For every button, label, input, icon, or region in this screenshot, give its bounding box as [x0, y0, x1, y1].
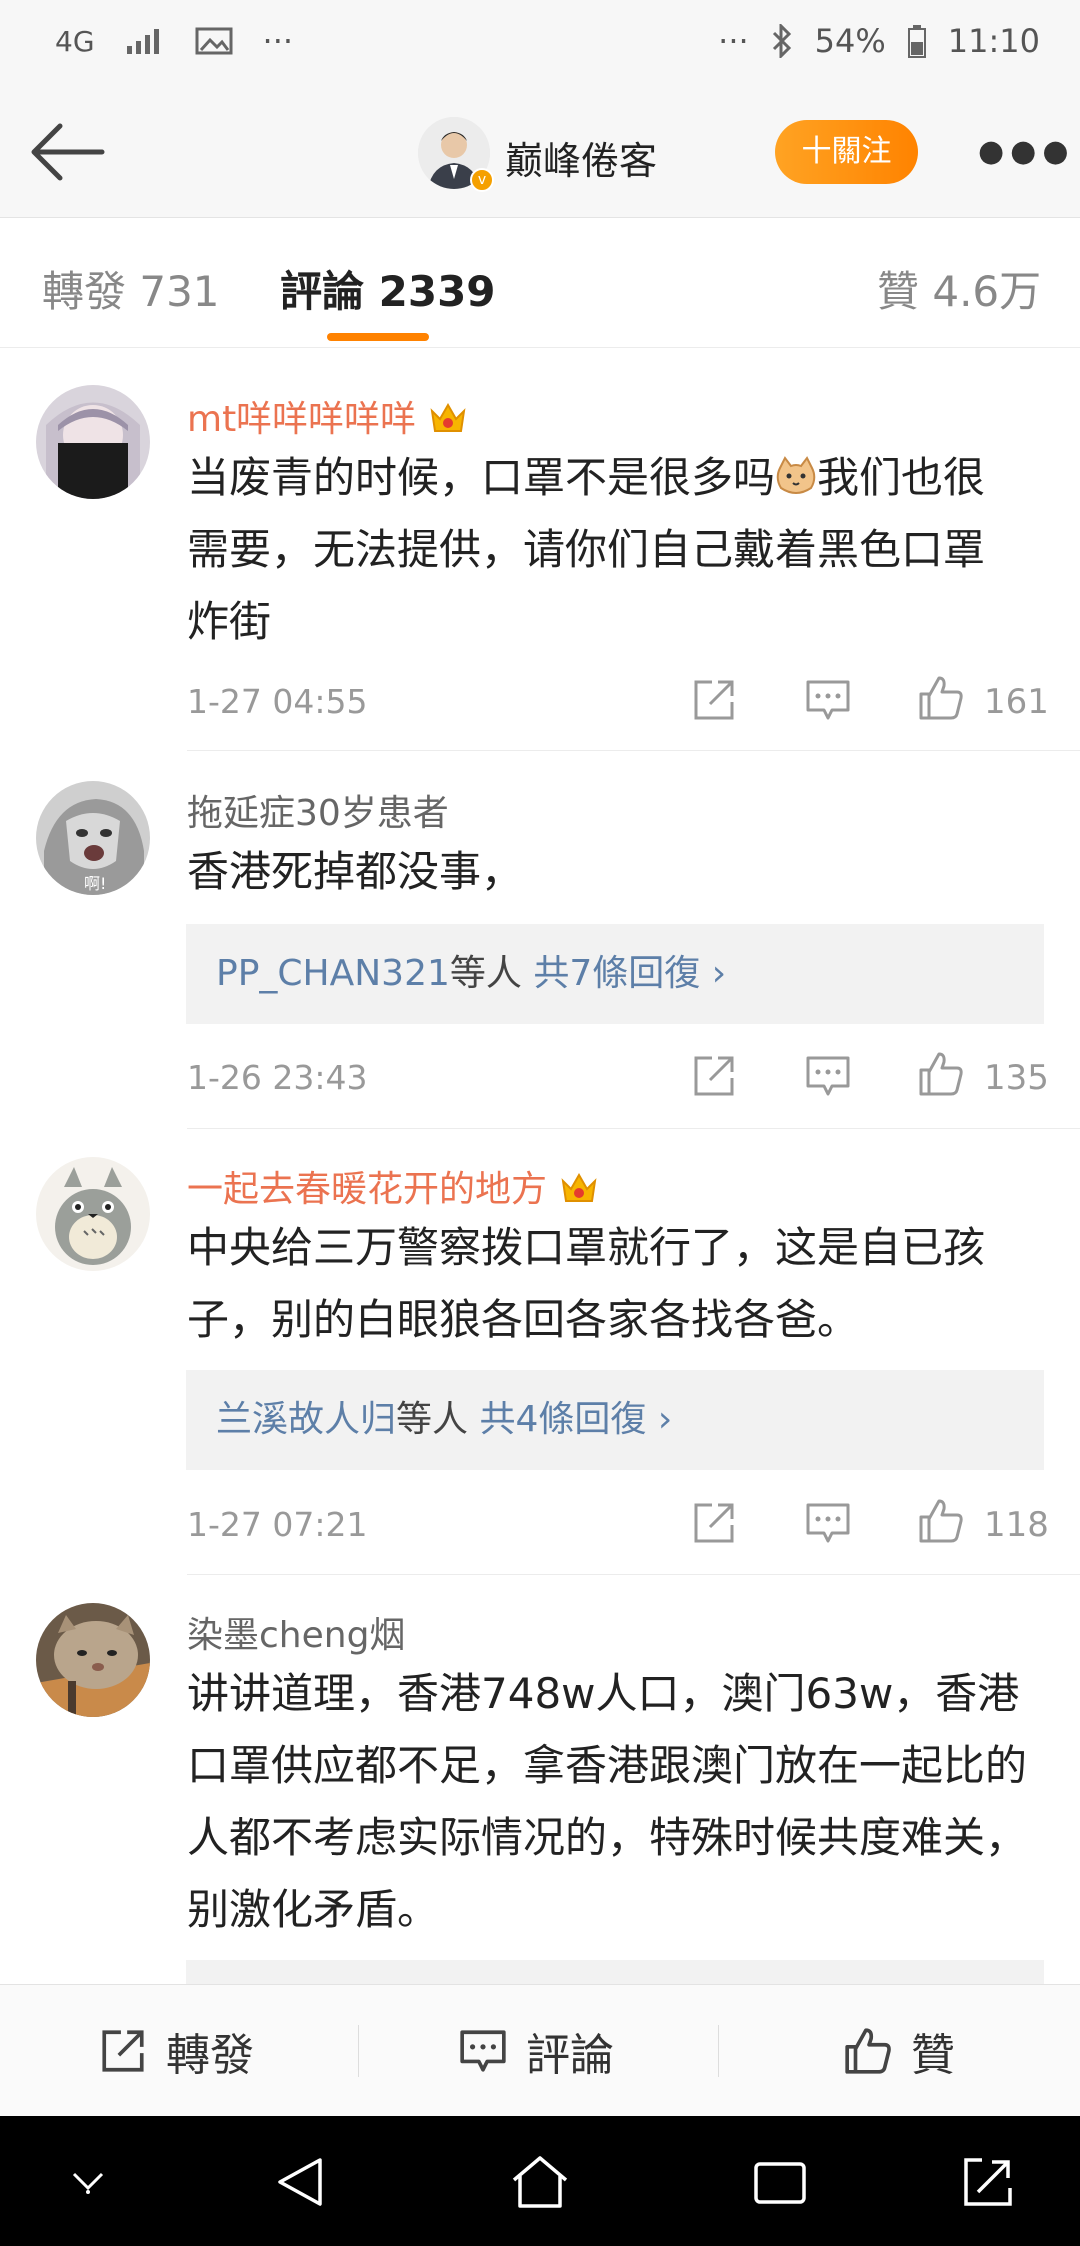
active-tab-indicator	[327, 333, 429, 341]
like-icon	[845, 2028, 891, 2074]
replies-summary[interactable]: PP_CHAN321等人 共7條回復 ›	[186, 924, 1044, 1024]
divider	[187, 750, 1080, 751]
tab-repost[interactable]: 轉發 731	[42, 258, 220, 319]
crown-icon	[430, 402, 466, 432]
commenter-name[interactable]: 染墨cheng烟	[187, 1606, 405, 1658]
more-status-icon: ···	[262, 22, 294, 60]
comment-icon[interactable]	[804, 1499, 852, 1547]
comment-time: 1-26 23:43	[187, 1058, 368, 1097]
replies-summary-partial	[186, 1960, 1044, 1984]
expand-icon[interactable]	[960, 2154, 1016, 2210]
system-nav-bar	[0, 2116, 1080, 2246]
nav-back-icon[interactable]	[272, 2154, 328, 2210]
like-button[interactable]: 贊	[843, 1985, 955, 2117]
author-name[interactable]: 巅峰倦客	[505, 130, 657, 185]
like-count: 161	[984, 682, 1049, 722]
battery-percent: 54%	[814, 22, 886, 60]
commenter-name[interactable]: mt咩咩咩咩咩	[187, 390, 468, 442]
network-label: 4G	[55, 24, 95, 58]
bluetooth-icon	[772, 24, 791, 58]
tabs-bar: 轉發 731 評論 2339 贊 4.6万	[0, 218, 1080, 348]
commenter-avatar[interactable]	[36, 1157, 150, 1271]
comment-text: 香港死掉都没事，	[187, 847, 524, 896]
chevron-down-icon[interactable]	[66, 2166, 110, 2196]
commenter-name[interactable]: 一起去春暖花开的地方	[187, 1160, 599, 1212]
signal-icon	[126, 29, 159, 54]
commenter-avatar[interactable]	[36, 385, 150, 499]
comment-text: 中央给三万警察拨口罩就行了，这是自已孩子，别的白眼狼各回各家各找各爸。	[187, 1223, 986, 1344]
more-options-icon[interactable]: ●●●	[978, 134, 1075, 169]
like-icon[interactable]	[917, 1497, 965, 1545]
like-count: 135	[984, 1058, 1049, 1098]
like-icon[interactable]	[917, 1050, 965, 1098]
share-icon[interactable]	[690, 676, 738, 724]
verified-badge-icon: v	[470, 168, 494, 192]
more-status-icon-right: ···	[718, 22, 749, 60]
back-icon[interactable]	[28, 120, 108, 184]
commenter-name[interactable]: 拖延症30岁患者	[187, 784, 449, 836]
cat-emoji-icon	[776, 456, 816, 494]
share-icon[interactable]	[690, 1499, 738, 1547]
commenter-avatar[interactable]: 啊!	[36, 781, 150, 895]
app-bar: v 巅峰倦客 十關注 ●●●	[0, 90, 1080, 218]
tab-comments[interactable]: 評論 2339	[280, 258, 496, 319]
divider	[187, 1574, 1080, 1575]
image-icon	[195, 27, 233, 55]
comment-text: 当废青的时候，口罩不是很多吗 我们也很 需要，无法提供，请你们自己戴着黑色口罩 炸…	[187, 453, 986, 646]
comment-icon[interactable]	[804, 1052, 852, 1100]
like-count: 118	[984, 1505, 1049, 1545]
follow-button[interactable]: 十關注	[775, 120, 918, 184]
bottom-action-bar: 轉發 評論 贊	[0, 1984, 1080, 2116]
share-icon	[102, 2030, 144, 2072]
divider	[187, 1128, 1080, 1129]
tab-likes[interactable]: 贊 4.6万	[877, 258, 1041, 319]
commenter-avatar[interactable]	[36, 1603, 150, 1717]
divider	[718, 2025, 719, 2077]
comment-text: 讲讲道理，香港748w人口，澳门63w，香港口罩供应都不足，拿香港跟澳门放在一起…	[187, 1669, 1028, 1934]
recent-apps-icon[interactable]	[752, 2154, 808, 2210]
battery-icon	[907, 25, 926, 58]
crown-icon	[561, 1172, 597, 1202]
like-icon[interactable]	[917, 674, 965, 722]
comment-time: 1-27 07:21	[187, 1505, 368, 1544]
svg-text:啊!: 啊!	[84, 874, 106, 893]
comment-icon[interactable]	[804, 676, 852, 724]
clock: 11:10	[947, 22, 1040, 60]
status-bar: 4G ··· ··· 54% 11:10	[0, 0, 1080, 90]
comment-icon	[460, 2030, 506, 2072]
comment-time: 1-27 04:55	[187, 682, 368, 721]
comment-button[interactable]: 評論	[458, 1985, 614, 2117]
repost-button[interactable]: 轉發	[98, 1985, 254, 2117]
home-icon[interactable]	[510, 2154, 570, 2210]
divider	[358, 2025, 359, 2077]
replies-summary[interactable]: 兰溪故人归等人 共4條回復 ›	[186, 1370, 1044, 1470]
share-icon[interactable]	[690, 1052, 738, 1100]
